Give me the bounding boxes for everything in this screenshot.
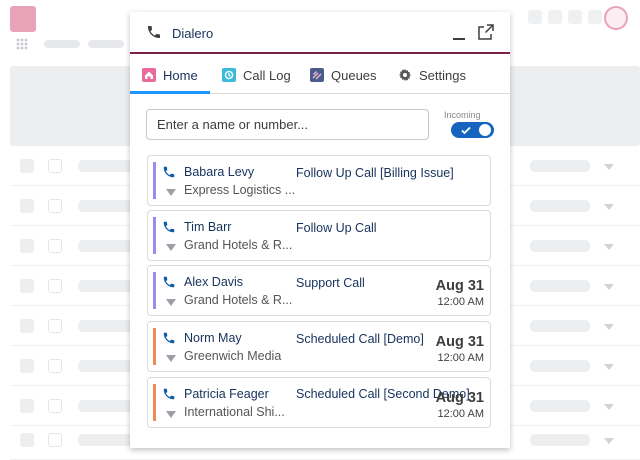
expand-icon[interactable] — [166, 189, 176, 196]
status-bar — [153, 217, 156, 254]
contact-name: Norm May — [184, 331, 242, 345]
call-icon[interactable] — [162, 387, 176, 401]
contact-name: Babara Levy — [184, 165, 255, 179]
tab-label: Call Log — [243, 67, 291, 83]
home-icon — [142, 68, 156, 82]
contact-company: International Shi... — [184, 405, 285, 419]
contact-company: Greenwich Media — [184, 349, 282, 363]
tab-settings[interactable]: Settings — [398, 56, 466, 94]
nav-placeholder — [88, 40, 124, 48]
tab-label: Queues — [331, 67, 377, 83]
call-icon[interactable] — [162, 331, 176, 345]
tab-bar: Home Call Log Queues Settings — [130, 56, 510, 94]
avatar — [604, 6, 628, 30]
expand-icon[interactable] — [166, 411, 176, 418]
expand-icon[interactable] — [166, 355, 176, 362]
app-logo — [10, 6, 36, 32]
header-action-placeholder — [548, 10, 562, 24]
widget-header: Dialero — [130, 12, 510, 54]
phone-icon — [148, 26, 160, 38]
widget-title: Dialero — [172, 26, 214, 41]
call-subject: Follow Up Call [Billing Issue] — [296, 166, 454, 180]
expand-icon[interactable] — [166, 244, 176, 251]
contact-company: Grand Hotels & R... — [184, 238, 293, 252]
status-bar — [153, 328, 156, 365]
call-date: Aug 31 — [435, 390, 484, 406]
call-card[interactable]: Alex Davis Grand Hotels & R... Support C… — [147, 265, 491, 316]
tab-call-log[interactable]: Call Log — [222, 56, 291, 94]
call-time: 12:00 AM — [437, 352, 484, 364]
call-card[interactable]: Patricia Feager International Shi... Sch… — [147, 377, 491, 428]
checkmark-icon — [461, 126, 471, 135]
call-icon[interactable] — [162, 275, 176, 289]
toggle-knob — [479, 124, 491, 136]
tab-label: Settings — [419, 67, 466, 83]
status-bar — [153, 272, 156, 309]
contact-name: Tim Barr — [184, 220, 232, 234]
incoming-label: Incoming — [444, 110, 481, 120]
expand-icon[interactable] — [166, 299, 176, 306]
search-input[interactable] — [146, 109, 429, 140]
gear-icon — [399, 69, 411, 81]
contact-company: Grand Hotels & R... — [184, 293, 293, 307]
nav-placeholder — [44, 40, 80, 48]
call-card[interactable]: Norm May Greenwich Media Scheduled Call … — [147, 321, 491, 372]
call-subject: Follow Up Call — [296, 221, 377, 235]
call-time: 12:00 AM — [437, 296, 484, 308]
call-date: Aug 31 — [435, 334, 484, 350]
call-icon[interactable] — [162, 220, 176, 234]
contact-company: Express Logistics ... — [184, 183, 296, 197]
call-time: 12:00 AM — [437, 408, 484, 420]
call-icon[interactable] — [162, 165, 176, 179]
status-bar — [153, 384, 156, 421]
header-action-placeholder — [568, 10, 582, 24]
minimize-icon[interactable] — [452, 28, 466, 42]
call-card[interactable]: Tim Barr Grand Hotels & R... Follow Up C… — [147, 210, 491, 261]
active-tab-indicator — [130, 91, 210, 94]
tab-label: Home — [163, 67, 198, 83]
app-launcher-icon — [16, 38, 28, 50]
contact-name: Alex Davis — [184, 275, 244, 289]
call-log-icon — [222, 68, 236, 82]
call-card[interactable]: Babara Levy Express Logistics ... Follow… — [147, 155, 491, 206]
tab-queues[interactable]: Queues — [310, 56, 377, 94]
queues-icon — [310, 68, 324, 82]
incoming-toggle[interactable] — [451, 122, 494, 138]
header-action-placeholder — [588, 10, 602, 24]
popout-icon[interactable] — [478, 24, 494, 40]
contact-name: Patricia Feager — [184, 387, 269, 401]
status-bar — [153, 162, 156, 199]
header-action-placeholder — [528, 10, 542, 24]
dialer-widget: Dialero Home Call Log Queues Settings En… — [130, 12, 510, 448]
call-date: Aug 31 — [435, 278, 484, 294]
tab-home[interactable]: Home — [142, 56, 198, 94]
